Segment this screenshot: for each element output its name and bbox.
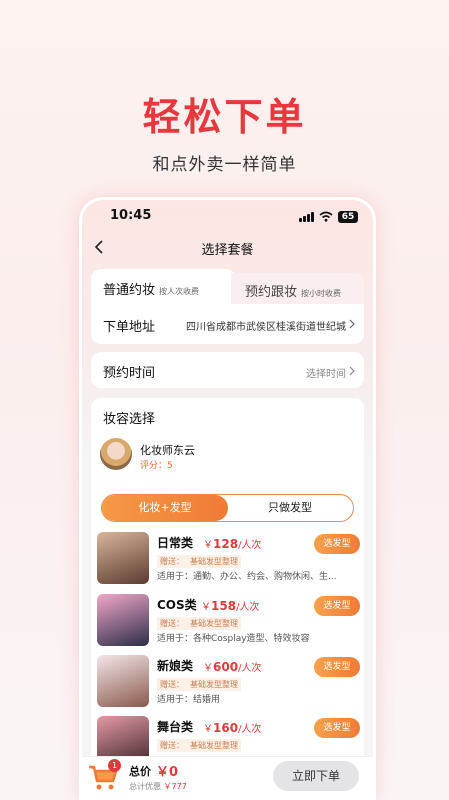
total-price: ￥0 bbox=[156, 765, 179, 780]
toggle-hair-only[interactable]: 只做发型 bbox=[228, 495, 352, 521]
tab-sublabel: 按人次收费 bbox=[159, 287, 200, 296]
section-title: 妆容选择 bbox=[103, 412, 156, 427]
package-image bbox=[97, 594, 149, 646]
choose-hairstyle-button[interactable]: 选发型 bbox=[314, 657, 360, 677]
choose-hairstyle-button[interactable]: 选发型 bbox=[314, 718, 360, 738]
promo-subline: 和点外卖一样简单 bbox=[152, 155, 297, 175]
package-usage: 适用于：通勤、办公、约会、购物休闲、生... bbox=[157, 572, 337, 582]
toggle-makeup-hair[interactable]: 化妆+发型 bbox=[102, 495, 228, 521]
package-gift: 赠送： 基础发型整理 bbox=[157, 555, 241, 568]
artist-score: 评分：5 bbox=[140, 461, 173, 471]
package-item[interactable]: 新娘类 ￥600/人次 赠送： 基础发型整理 适用于：结婚用 选发型 bbox=[97, 655, 360, 711]
package-usage: 适用于：结婚用 bbox=[157, 695, 221, 705]
place-order-button[interactable]: 立即下单 bbox=[273, 761, 359, 791]
package-price: ￥128/人次 bbox=[203, 537, 262, 551]
package-usage: 适用于：各种Cosplay造型、特效妆容 bbox=[157, 634, 310, 644]
address-row[interactable]: 下单地址 四川省成都市武侯区桂溪街道世纪城 bbox=[91, 304, 364, 344]
wifi-icon bbox=[319, 211, 333, 222]
package-item[interactable]: 日常类 ￥128/人次 赠送： 基础发型整理 适用于：通勤、办公、约会、购物休闲、… bbox=[97, 532, 360, 588]
checkout-bar: 1 总价 ￥0 总计优惠 ￥777 立即下单 bbox=[82, 756, 373, 800]
status-time: 10:45 bbox=[110, 208, 152, 223]
address-value: 四川省成都市武侯区桂溪街道世纪城 bbox=[186, 322, 346, 333]
signal-icon bbox=[299, 212, 314, 222]
promo-headline: 轻松下单 bbox=[142, 95, 307, 139]
package-price: ￥158/人次 bbox=[201, 599, 260, 613]
package-image bbox=[97, 532, 149, 584]
package-name: 舞台类 bbox=[157, 720, 194, 734]
package-image bbox=[97, 655, 149, 707]
tab-regular-makeup[interactable]: 普通约妆 按人次收费 bbox=[91, 269, 236, 304]
package-name: 新娘类 bbox=[157, 659, 194, 673]
booking-time-row[interactable]: 预约时间 选择时间 bbox=[91, 352, 364, 388]
package-price: ￥160/人次 bbox=[203, 721, 262, 735]
status-bar: 10:45 65 bbox=[82, 208, 373, 228]
phone-mockup: 10:45 65 选择套餐 普通约妆 按人次收费 预约跟妆 按小时收费 下单地址 四… bbox=[79, 197, 376, 800]
choose-hairstyle-button[interactable]: 选发型 bbox=[314, 534, 360, 554]
page-title: 选择套餐 bbox=[201, 243, 254, 258]
chevron-right-icon bbox=[349, 319, 355, 329]
cart-count-badge: 1 bbox=[108, 759, 121, 772]
tab-follow-makeup[interactable]: 预约跟妆 按小时收费 bbox=[231, 273, 364, 304]
package-gift: 赠送： 基础发型整理 bbox=[157, 739, 241, 752]
chevron-right-icon bbox=[349, 366, 355, 376]
package-gift: 赠送： 基础发型整理 bbox=[157, 678, 241, 691]
package-price: ￥600/人次 bbox=[203, 660, 262, 674]
battery-icon: 65 bbox=[338, 211, 358, 223]
package-item[interactable]: COS类 ￥158/人次 赠送： 基础发型整理 适用于：各种Cosplay造型、特… bbox=[97, 594, 360, 650]
tab-label: 预约跟妆 bbox=[245, 285, 298, 300]
package-name: COS类 bbox=[157, 598, 197, 612]
artist-name: 化妆师东云 bbox=[140, 444, 195, 457]
nav-bar: 选择套餐 bbox=[82, 236, 373, 260]
booking-time-label: 预约时间 bbox=[103, 366, 156, 381]
service-type-toggle: 化妆+发型 只做发型 bbox=[101, 494, 354, 522]
address-label: 下单地址 bbox=[103, 320, 156, 335]
makeup-selection-card: 妆容选择 化妆师东云 评分：5 化妆+发型 只做发型 日常类 ￥128/人次 赠… bbox=[91, 398, 364, 800]
tab-sublabel: 按小时收费 bbox=[301, 289, 342, 298]
avatar bbox=[100, 438, 132, 470]
service-card: 普通约妆 按人次收费 预约跟妆 按小时收费 下单地址 四川省成都市武侯区桂溪街道世纪… bbox=[91, 269, 364, 344]
package-gift: 赠送： 基础发型整理 bbox=[157, 617, 241, 630]
package-name: 日常类 bbox=[157, 536, 194, 550]
total-label: 总价 bbox=[129, 765, 151, 778]
choose-hairstyle-button[interactable]: 选发型 bbox=[314, 596, 360, 616]
booking-time-value: 选择时间 bbox=[306, 369, 346, 380]
tab-label: 普通约妆 bbox=[103, 283, 156, 298]
discount-info: 总计优惠 ￥777 bbox=[129, 782, 187, 791]
